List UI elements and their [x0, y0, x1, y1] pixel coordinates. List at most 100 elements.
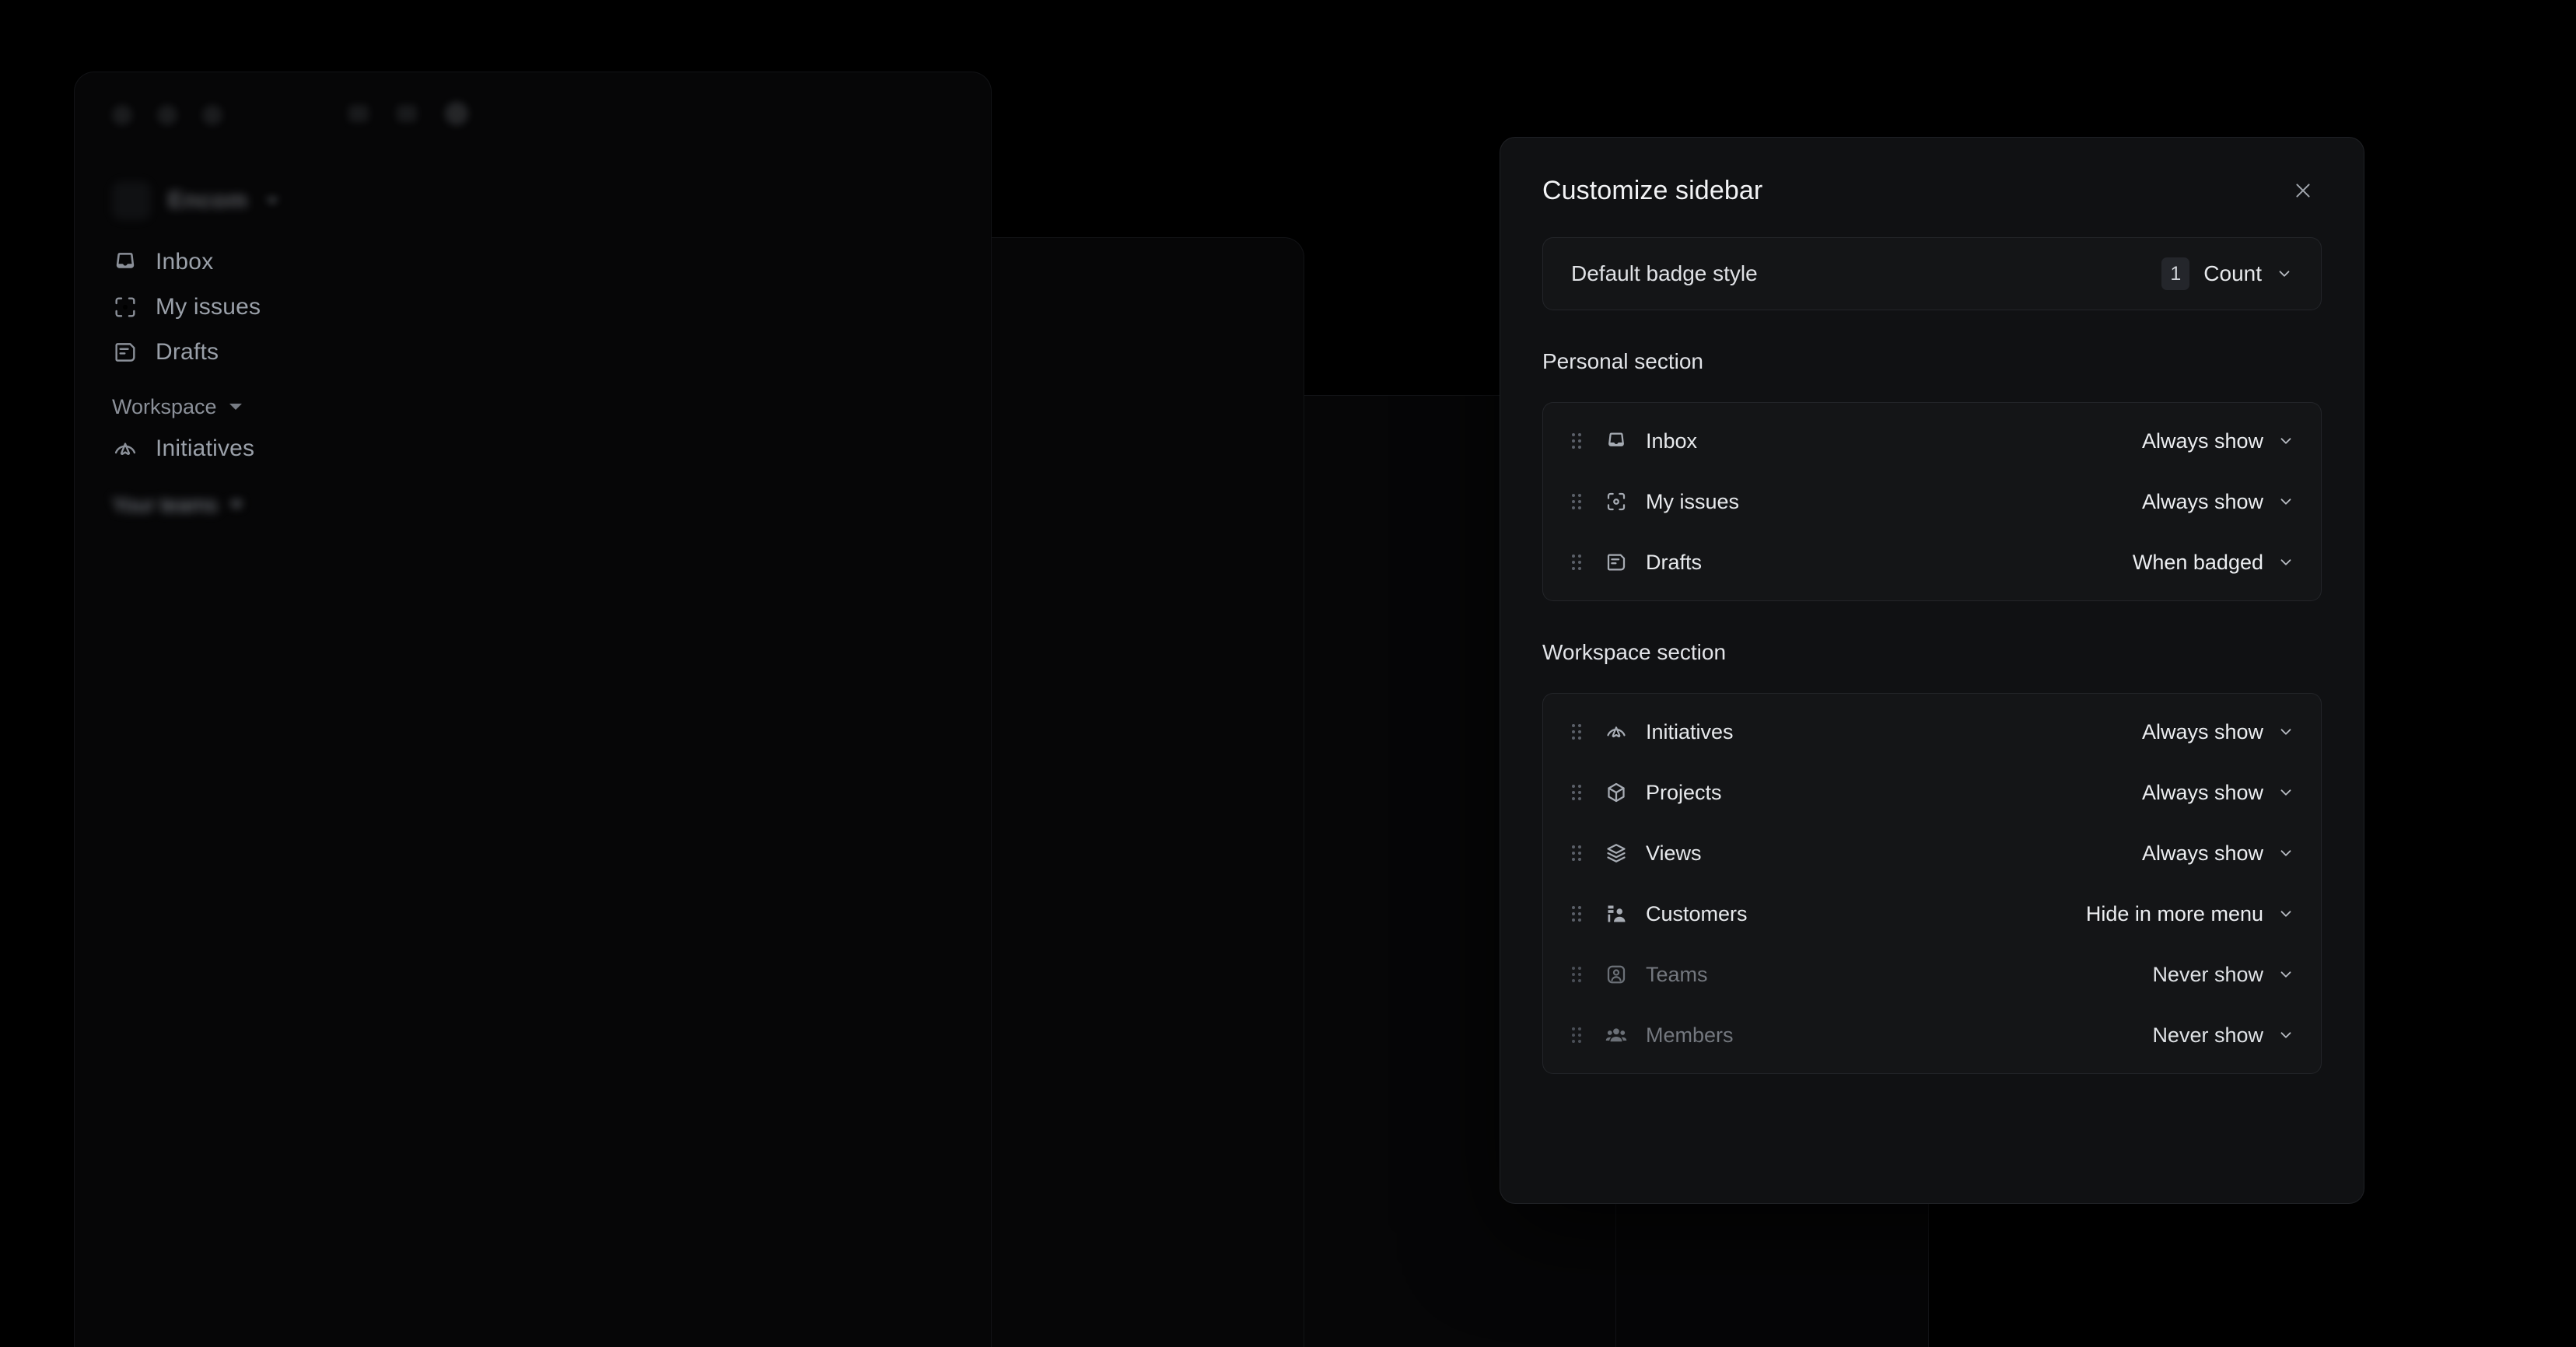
- row-value: Always show: [2141, 489, 2263, 513]
- members-icon: [1599, 1023, 1633, 1047]
- page-title: Customize sidebar: [1542, 175, 1763, 205]
- chevron-down-icon: [2277, 1027, 2294, 1044]
- visibility-select[interactable]: Always show: [2142, 720, 2294, 744]
- workspace-section-card: Initiatives Always show Projects Always …: [1542, 693, 2322, 1074]
- visibility-select[interactable]: Hide in more menu: [2086, 902, 2294, 926]
- sidebar-item-initiatives[interactable]: Initiatives: [112, 426, 261, 471]
- close-icon: [2296, 184, 2310, 198]
- visibility-select[interactable]: Always show: [2142, 841, 2294, 866]
- sidebar-nav: Inbox My issues Drafts Workspace Initiatives…: [112, 240, 261, 521]
- chevron-down-icon: [2276, 265, 2293, 282]
- my-issues-icon: [1599, 490, 1633, 513]
- row-label: Drafts: [1646, 550, 1703, 574]
- visibility-select[interactable]: When badged: [2133, 551, 2294, 575]
- chevron-down-icon: [264, 197, 279, 205]
- table-row[interactable]: Projects Always show: [1543, 762, 2321, 823]
- projects-icon: [1599, 781, 1633, 804]
- chevron-down-icon: [229, 404, 242, 410]
- customers-icon: [1599, 902, 1633, 925]
- table-row[interactable]: My issues Always show: [1543, 471, 2321, 532]
- default-badge-style-row: Default badge style 1 Count: [1571, 238, 2293, 310]
- table-row[interactable]: Inbox Always show: [1543, 411, 2321, 471]
- workspace-section-heading: Workspace section: [1542, 640, 1727, 664]
- row-value: Never show: [2152, 1023, 2263, 1047]
- dialog-body: Default badge style 1 Count Personal sec…: [1500, 237, 2364, 1116]
- drafts-icon: [1599, 551, 1633, 574]
- table-row[interactable]: Drafts When badged: [1543, 532, 2321, 593]
- avatar: [112, 181, 151, 220]
- visibility-select[interactable]: Never show: [2152, 1023, 2294, 1048]
- row-value: Hide in more menu: [2085, 901, 2263, 925]
- chevron-down-icon: [2277, 554, 2294, 571]
- sidebar-item-label: Inbox: [156, 249, 214, 275]
- row-value: Always show: [2141, 429, 2263, 453]
- views-icon: [1599, 841, 1633, 865]
- visibility-select[interactable]: Always show: [2142, 429, 2294, 453]
- sidebar-section-your-teams[interactable]: Your teams: [112, 471, 261, 521]
- table-row[interactable]: Initiatives Always show: [1543, 701, 2321, 762]
- sidebar-item-label: Initiatives: [156, 436, 255, 461]
- default-badge-style-select[interactable]: 1 Count: [2161, 257, 2293, 290]
- drag-handle-icon[interactable]: [1563, 1025, 1590, 1045]
- drafts-icon: [112, 339, 138, 366]
- row-label: My issues: [1646, 489, 1740, 513]
- row-value: Never show: [2152, 962, 2263, 986]
- personal-section-rows: Inbox Always show My issues Always show …: [1543, 403, 2321, 600]
- drag-handle-icon[interactable]: [1563, 722, 1590, 742]
- drag-handle-icon[interactable]: [1563, 431, 1590, 451]
- dialog-header: Customize sidebar: [1500, 138, 2364, 209]
- workspace-section-rows: Initiatives Always show Projects Always …: [1543, 694, 2321, 1073]
- drag-handle-icon[interactable]: [1563, 904, 1590, 924]
- sidebar-section-label: Your teams: [112, 492, 218, 516]
- personal-section-card: Inbox Always show My issues Always show …: [1542, 402, 2322, 601]
- screen: Encom Inbox My issues Workspace Initiatives P…: [0, 0, 2576, 1347]
- row-label: Projects: [1646, 780, 1722, 804]
- chevron-down-icon: [2277, 493, 2294, 510]
- close-button[interactable]: [2284, 172, 2322, 209]
- badge-count-chip: 1: [2161, 257, 2190, 290]
- drag-handle-icon[interactable]: [1563, 843, 1590, 863]
- my-issues-icon: [112, 294, 138, 320]
- window-traffic-lights[interactable]: [112, 105, 222, 125]
- sidebar-item-label: Drafts: [156, 339, 219, 365]
- chevron-down-icon: [2277, 966, 2294, 983]
- sidebar-section-workspace[interactable]: Workspace: [112, 375, 261, 426]
- table-row[interactable]: Members Never show: [1543, 1005, 2321, 1065]
- table-row[interactable]: Views Always show: [1543, 823, 2321, 883]
- table-row[interactable]: Teams Never show: [1543, 944, 2321, 1005]
- row-label: Customers: [1646, 901, 1748, 925]
- workspace-name: Encom: [168, 187, 248, 213]
- sidebar-item-inbox[interactable]: Inbox: [112, 240, 261, 285]
- row-value: Always show: [2141, 780, 2263, 804]
- visibility-select[interactable]: Never show: [2152, 963, 2294, 987]
- sidebar-item-drafts[interactable]: Drafts: [112, 330, 261, 375]
- visibility-select[interactable]: Always show: [2142, 781, 2294, 805]
- drag-handle-icon[interactable]: [1563, 492, 1590, 512]
- table-row[interactable]: Customers Hide in more menu: [1543, 883, 2321, 944]
- sidebar-section-label: Workspace: [112, 394, 217, 418]
- default-badge-style-card: Default badge style 1 Count: [1542, 237, 2322, 310]
- initiatives-icon: [112, 436, 138, 462]
- row-label: Inbox: [1646, 429, 1698, 453]
- default-badge-style-value: Count: [2203, 261, 2262, 285]
- chevron-down-icon: [2277, 905, 2294, 922]
- sidebar-item-my-issues[interactable]: My issues: [112, 285, 261, 330]
- inbox-icon: [1599, 429, 1633, 453]
- row-label: Members: [1646, 1023, 1734, 1047]
- row-label: Initiatives: [1646, 719, 1734, 743]
- customize-sidebar-dialog: Customize sidebar Default badge style 1 …: [1500, 137, 2364, 1204]
- chevron-down-icon: [2277, 845, 2294, 862]
- teams-icon: [1599, 963, 1633, 986]
- window-toolbar-icons[interactable]: [348, 102, 468, 125]
- row-value: Always show: [2141, 719, 2263, 743]
- inbox-icon: [112, 249, 138, 275]
- row-value: When badged: [2132, 550, 2263, 574]
- default-badge-style-label: Default badge style: [1571, 261, 1758, 285]
- workspace-switcher[interactable]: Encom: [112, 181, 279, 220]
- visibility-select[interactable]: Always show: [2142, 490, 2294, 514]
- drag-handle-icon[interactable]: [1563, 782, 1590, 803]
- row-label: Views: [1646, 841, 1702, 865]
- sidebar-item-label: My issues: [156, 294, 261, 320]
- drag-handle-icon[interactable]: [1563, 552, 1590, 572]
- drag-handle-icon[interactable]: [1563, 964, 1590, 985]
